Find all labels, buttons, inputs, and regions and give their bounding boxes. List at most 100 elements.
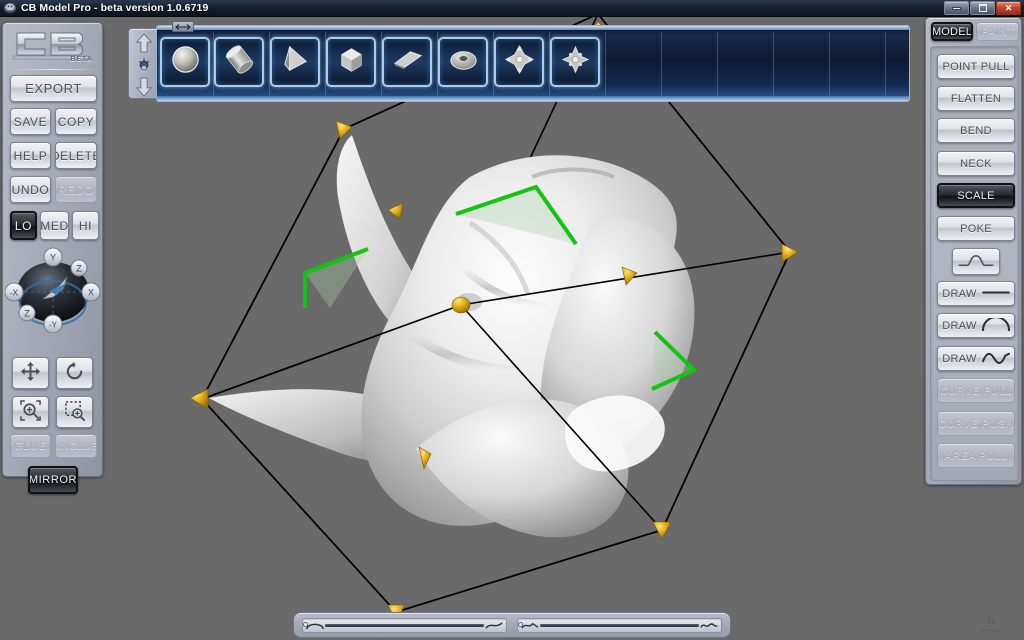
zoom-region-tool-button[interactable]: [56, 396, 93, 428]
wave-small-icon: [520, 620, 540, 631]
tab-model[interactable]: MODEL: [931, 22, 973, 41]
primitive-cube[interactable]: [326, 37, 376, 87]
scale-handle: [451, 296, 471, 314]
model-viewport[interactable]: 3s software: [0, 17, 1024, 640]
scale-handle: [189, 388, 209, 410]
beta-label: BETA: [70, 56, 93, 63]
tab-paint[interactable]: PAINT: [976, 22, 1019, 41]
sculpted-model[interactable]: [209, 135, 695, 538]
move-tool-button[interactable]: [12, 357, 49, 389]
bump-curve-icon: [957, 253, 995, 271]
tool-bump-curve[interactable]: [952, 248, 1000, 275]
tool-list: POINT PULL FLATTEN BEND NECK SCALE POKE …: [930, 46, 1019, 481]
rotate-arrow-icon: [64, 361, 85, 385]
svg-text:software: software: [979, 628, 1001, 634]
tool-draw-line[interactable]: DRAW: [937, 281, 1015, 306]
primitive-sphere[interactable]: [160, 37, 210, 87]
primitive-slot-strip: [156, 25, 910, 102]
toolbar-grip-icon[interactable]: [172, 21, 194, 32]
tool-poke[interactable]: POKE: [937, 216, 1015, 241]
help-button[interactable]: HELP: [10, 142, 51, 169]
app-icon: [3, 2, 17, 15]
wave-icon: [981, 351, 1010, 367]
copy-button[interactable]: COPY: [55, 108, 97, 135]
svg-text:Z: Z: [24, 309, 30, 319]
bump-strength-slider[interactable]: [302, 617, 507, 633]
title-bar[interactable]: CB Model Pro - beta version 1.0.6719 ✕: [0, 0, 1024, 17]
primitive-cone[interactable]: [270, 37, 320, 87]
star-diamond-icon: [503, 43, 536, 81]
cylinder-icon: [223, 43, 256, 81]
primitive-star-a[interactable]: [494, 37, 544, 87]
scroll-down-arrow-icon[interactable]: [135, 77, 153, 102]
minimize-button[interactable]: [944, 1, 969, 15]
tool-neck[interactable]: NECK: [937, 151, 1015, 176]
resolution-med-button[interactable]: MED: [40, 211, 69, 240]
line-icon: [981, 287, 1010, 301]
right-tool-panel: MODEL PAINT POINT PULL FLATTEN BEND NECK…: [925, 17, 1022, 485]
tool-area-pull: AREA PULL: [937, 443, 1015, 468]
scroll-up-arrow-icon[interactable]: [135, 33, 153, 58]
axis-navigator[interactable]: Y Z X -Y Z -X: [4, 247, 102, 334]
scale-handle: [335, 120, 353, 140]
tool-draw-line-label: DRAW: [942, 287, 977, 300]
scale-handle: [652, 521, 672, 540]
maximize-button[interactable]: [970, 1, 995, 15]
left-tool-panel: BETA EXPORT SAVE COPY HELP DELETE UNDO R…: [2, 22, 103, 494]
cone-icon: [279, 43, 312, 81]
move-arrows-icon: [20, 361, 41, 385]
toolbar-scroll-controls: [128, 28, 159, 99]
redo-button: REDO: [55, 176, 97, 203]
tool-point-pull[interactable]: POINT PULL: [937, 54, 1015, 79]
scale-handle: [387, 202, 404, 220]
tool-scale[interactable]: SCALE: [937, 183, 1015, 208]
wave-icon: [699, 620, 719, 631]
resolution-hi-button[interactable]: HI: [72, 211, 99, 240]
undo-button[interactable]: UNDO: [10, 176, 51, 203]
scale-handle: [781, 243, 799, 263]
svg-text:X: X: [88, 288, 94, 298]
brand-logo-icon: 3s software: [962, 610, 1018, 636]
torus-icon: [447, 43, 480, 81]
tool-draw-arc[interactable]: DRAW: [937, 313, 1015, 338]
unglue-button: UNGLUE: [55, 434, 97, 458]
arc-icon: [981, 315, 1010, 334]
viewport-canvas: [189, 17, 799, 622]
zoom-region-icon: [64, 400, 85, 424]
svg-text:Z: Z: [76, 264, 82, 274]
zoom-fit-tool-button[interactable]: [12, 396, 49, 428]
rotate-tool-button[interactable]: [56, 357, 93, 389]
star-diamond-alt-icon: [559, 43, 592, 81]
tool-curve-push: CURVE PUSH: [937, 411, 1015, 436]
glue-button: GLUE: [10, 434, 51, 458]
svg-text:-Y: -Y: [49, 321, 58, 330]
svg-text:-X: -X: [10, 289, 19, 298]
tool-draw-arc-label: DRAW: [942, 319, 977, 332]
bottom-slider-bar: [293, 612, 731, 638]
bump-icon: [305, 620, 325, 631]
primitive-plane[interactable]: [382, 37, 432, 87]
wave-strength-slider[interactable]: [517, 617, 722, 633]
primitive-star-b[interactable]: [550, 37, 600, 87]
delete-button[interactable]: DELETE: [55, 142, 97, 169]
divider: [10, 69, 97, 70]
tool-draw-wave-label: DRAW: [942, 352, 977, 365]
tool-draw-wave[interactable]: DRAW: [937, 346, 1015, 371]
svg-text:Y: Y: [50, 253, 56, 263]
primitive-toolbar: [128, 21, 910, 102]
svg-text:3s: 3s: [983, 612, 996, 627]
save-button[interactable]: SAVE: [10, 108, 51, 135]
tool-flatten[interactable]: FLATTEN: [937, 86, 1015, 111]
export-button[interactable]: EXPORT: [10, 75, 97, 102]
wave-small-icon: [484, 620, 504, 631]
resolution-lo-button[interactable]: LO: [10, 211, 37, 240]
mirror-button[interactable]: MIRROR: [28, 466, 78, 494]
primitive-torus[interactable]: [438, 37, 488, 87]
tool-curve-pull: CURVE PULL: [937, 378, 1015, 403]
tool-bend[interactable]: BEND: [937, 118, 1015, 143]
close-button[interactable]: ✕: [996, 1, 1021, 15]
zoom-fit-icon: [20, 400, 41, 424]
toolbar-pin-icon[interactable]: [137, 58, 151, 77]
sphere-icon: [169, 43, 202, 81]
primitive-cylinder[interactable]: [214, 37, 264, 87]
